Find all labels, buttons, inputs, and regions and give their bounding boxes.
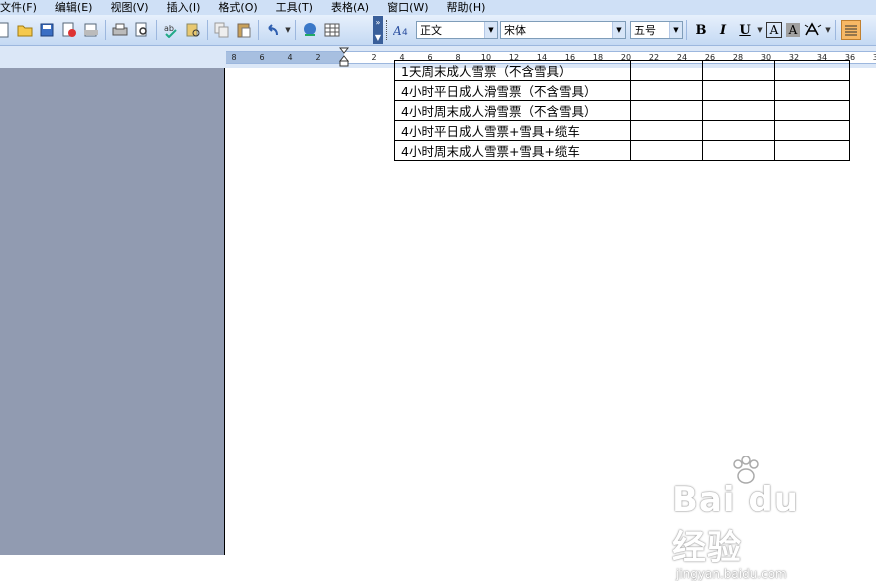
permission-icon[interactable]: [60, 21, 78, 39]
chevron-down-icon[interactable]: ▼: [484, 22, 497, 38]
ruler-tick-label: 6: [259, 53, 265, 62]
ticket-name-cell[interactable]: 4小时周末成人雪票+雪具+缆车: [394, 140, 631, 161]
toolbar-separator: [105, 20, 106, 40]
table-cell[interactable]: [702, 80, 775, 101]
save-icon[interactable]: [38, 21, 56, 39]
toolbar-separator: [686, 20, 687, 40]
style-combo-value: 正文: [420, 24, 442, 37]
paste-icon[interactable]: [235, 21, 253, 39]
font-size-combo[interactable]: 五号 ▼: [630, 21, 683, 39]
table-cell[interactable]: [630, 140, 703, 161]
insert-table-icon[interactable]: [323, 21, 341, 39]
italic-button[interactable]: I: [714, 21, 732, 39]
ticket-name-cell[interactable]: 4小时平日成人雪票+雪具+缆车: [394, 120, 631, 141]
toolbar-separator: [258, 20, 259, 40]
menu-file[interactable]: 文件(F): [0, 1, 39, 14]
style-combo[interactable]: 正文 ▼: [416, 21, 498, 39]
bold-button[interactable]: B: [692, 21, 710, 39]
toolbar-separator: [295, 20, 296, 40]
watermark-url: jingyan.baidu.com: [676, 567, 787, 581]
toolbar: ab ▼ » ▼ A4 正文 ▼ 宋体 ▼ 五号 ▼ B I U ▼ A A ▼: [0, 15, 876, 46]
table-cell[interactable]: [702, 100, 775, 121]
indent-marker-icon[interactable]: [339, 47, 349, 67]
table-cell[interactable]: [774, 100, 850, 121]
table-cell[interactable]: [774, 120, 850, 141]
table-row: 4小时平日成人雪票+雪具+缆车: [394, 120, 850, 141]
char-border-button[interactable]: A: [766, 22, 782, 38]
table-row: 1天周末成人雪票（不含雪具）: [394, 60, 850, 81]
font-size-value: 五号: [634, 24, 656, 37]
table-cell[interactable]: [630, 120, 703, 141]
menu-tools[interactable]: 工具(T): [274, 1, 315, 14]
char-scaling-icon[interactable]: [804, 21, 822, 39]
table-cell[interactable]: [774, 140, 850, 161]
menu-window[interactable]: 窗口(W): [385, 1, 430, 14]
print-preview-icon[interactable]: [133, 21, 151, 39]
menu-insert[interactable]: 插入(I): [165, 1, 203, 14]
char-scaling-dropdown-icon[interactable]: ▼: [824, 26, 832, 34]
print-preview-doc-icon[interactable]: [82, 21, 100, 39]
print-icon[interactable]: [111, 21, 129, 39]
toolbar-overflow-icon[interactable]: » ▼: [373, 16, 383, 44]
font-combo[interactable]: 宋体 ▼: [500, 21, 626, 39]
menu-format[interactable]: 格式(O): [216, 1, 259, 14]
ruler-tick-label: 8: [231, 53, 237, 62]
char-shading-button[interactable]: A: [786, 23, 800, 37]
baidu-watermark: Bai du 经验 jingyan.baidu.com: [672, 456, 832, 581]
ticket-name-cell[interactable]: 1天周末成人雪票（不含雪具）: [394, 60, 631, 81]
svg-text:4: 4: [402, 28, 408, 38]
table-cell[interactable]: [774, 80, 850, 101]
table-cell[interactable]: [630, 80, 703, 101]
svg-text:ab: ab: [164, 24, 174, 33]
watermark-logo: Bai du 经验: [672, 480, 799, 568]
underline-dropdown-icon[interactable]: ▼: [756, 26, 764, 34]
ruler-tick-label: 4: [287, 53, 293, 62]
ticket-name-cell[interactable]: 4小时周末成人滑雪票（不含雪具）: [394, 100, 631, 121]
toolbar-separator: [835, 20, 836, 40]
styles-pane-icon[interactable]: A4: [392, 21, 414, 39]
menu-edit[interactable]: 编辑(E): [53, 1, 95, 14]
undo-dropdown-icon[interactable]: ▼: [284, 26, 292, 34]
toolbar-separator: [207, 20, 208, 40]
ticket-name-cell[interactable]: 4小时平日成人滑雪票（不含雪具）: [394, 80, 631, 101]
underline-button[interactable]: U: [736, 21, 754, 39]
table-row: 4小时周末成人雪票+雪具+缆车: [394, 140, 850, 161]
spelling-icon[interactable]: ab: [162, 21, 180, 39]
table-row: 4小时周末成人滑雪票（不含雪具）: [394, 100, 850, 121]
research-icon[interactable]: [184, 21, 202, 39]
baidu-paw-icon: [733, 456, 759, 484]
svg-text:A: A: [393, 24, 402, 38]
open-folder-icon[interactable]: [16, 21, 34, 39]
new-document-icon[interactable]: [0, 21, 12, 39]
menu-table[interactable]: 表格(A): [329, 1, 371, 14]
navigation-gray-pane: [0, 68, 224, 555]
undo-icon[interactable]: [264, 21, 282, 39]
table-cell[interactable]: [702, 120, 775, 141]
chevron-down-icon[interactable]: ▼: [669, 22, 682, 38]
ruler-left-margin: [226, 52, 344, 63]
toolbar-grip: [386, 20, 387, 40]
table-cell[interactable]: [702, 60, 775, 81]
menu-help[interactable]: 帮助(H): [445, 1, 488, 14]
table-cell[interactable]: [774, 60, 850, 81]
menu-view[interactable]: 视图(V): [108, 1, 150, 14]
ruler-tick-label: 2: [371, 53, 377, 62]
table-row: 4小时平日成人滑雪票（不含雪具）: [394, 80, 850, 101]
align-justify-icon[interactable]: [841, 20, 861, 40]
chevron-down-icon[interactable]: ▼: [612, 22, 625, 38]
ruler-tick-label: 2: [315, 53, 321, 62]
menu-bar: 文件(F) 编辑(E) 视图(V) 插入(I) 格式(O) 工具(T) 表格(A…: [0, 0, 876, 15]
table-cell[interactable]: [702, 140, 775, 161]
font-combo-value: 宋体: [504, 24, 526, 37]
copy-icon[interactable]: [213, 21, 231, 39]
price-table[interactable]: 1天周末成人雪票（不含雪具） 4小时平日成人滑雪票（不含雪具） 4小时周末成人滑雪票…: [394, 60, 850, 161]
table-cell[interactable]: [630, 60, 703, 81]
hyperlink-icon[interactable]: [301, 21, 319, 39]
table-cell[interactable]: [630, 100, 703, 121]
toolbar-separator: [156, 20, 157, 40]
